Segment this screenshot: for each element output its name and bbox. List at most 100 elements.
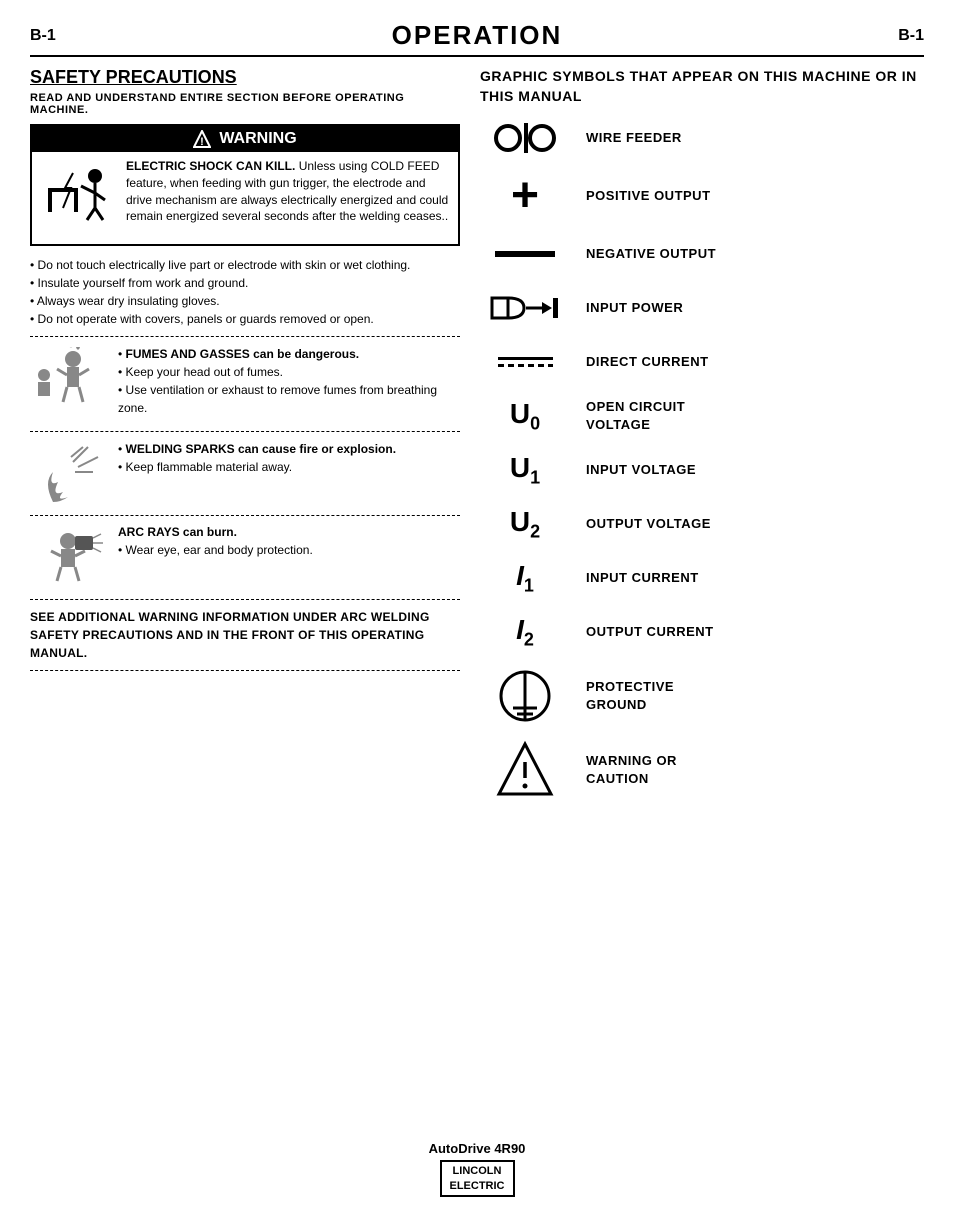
left-column: SAFETY PRECAUTIONS READ AND UNDERSTAND E… (30, 67, 460, 814)
warning-label: WARNING (219, 130, 296, 148)
protective-ground-icon (495, 666, 555, 726)
warning-header: ! WARNING (32, 126, 458, 152)
page-header: B-1 OPERATION B-1 (30, 20, 924, 57)
plus-icon: + (511, 172, 539, 220)
symbol-row-output-voltage: U2 OUTPUT VOLTAGE (480, 504, 924, 544)
arc-section: ARC RAYS can burn. Wear eye, ear and bod… (30, 524, 460, 591)
symbol-row-protective-ground: PROTECTIVEGROUND (480, 666, 924, 726)
arc-title: ARC RAYS can burn. (118, 524, 460, 541)
input-current-symbol: I1 (480, 558, 570, 598)
output-voltage-label: OUTPUT VOLTAGE (586, 515, 711, 533)
warning-text: ELECTRIC SHOCK CAN KILL. Unless using CO… (126, 158, 452, 238)
positive-symbol: + (480, 172, 570, 220)
arc-figure (33, 526, 108, 591)
symbol-row-output-current: I2 OUTPUT CURRENT (480, 612, 924, 652)
u0-symbol: U0 (510, 398, 540, 435)
divider-2 (30, 431, 460, 432)
wire-feeder-symbol (480, 118, 570, 158)
right-column: GRAPHIC SYMBOLS THAT APPEAR ON THIS MACH… (480, 67, 924, 814)
warning-content: ELECTRIC SHOCK CAN KILL. Unless using CO… (32, 152, 458, 244)
symbol-row-direct-current: DIRECT CURRENT (480, 342, 924, 382)
arc-icon (30, 524, 110, 591)
bullet-1: Do not touch electrically live part or e… (30, 256, 460, 274)
sparks-icon (30, 440, 110, 507)
divider-4 (30, 599, 460, 600)
wire-feeder-label: WIRE FEEDER (586, 129, 682, 147)
arc-bullets: Wear eye, ear and body protection. (118, 541, 460, 559)
fumes-section: FUMES AND GASSES can be dangerous. Keep … (30, 345, 460, 423)
safety-subtitle: READ AND UNDERSTAND ENTIRE SECTION BEFOR… (30, 92, 460, 116)
bullet-2: Insulate yourself from work and ground. (30, 274, 460, 292)
page: B-1 OPERATION B-1 SAFETY PRECAUTIONS REA… (0, 0, 954, 1227)
open-circuit-symbol: U0 (480, 396, 570, 436)
negative-line-icon (495, 251, 555, 257)
warning-triangle-icon: ! (193, 130, 211, 148)
protective-ground-label: PROTECTIVEGROUND (586, 678, 674, 714)
brand-line1: LINCOLN (450, 1164, 505, 1178)
warning-caution-label: WARNING ORCAUTION (586, 752, 677, 788)
bullet-3: Always wear dry insulating gloves. (30, 292, 460, 310)
symbol-row-input-current: I1 INPUT CURRENT (480, 558, 924, 598)
main-content: SAFETY PRECAUTIONS READ AND UNDERSTAND E… (30, 67, 924, 814)
symbol-table: WIRE FEEDER + POSITIVE OUTPUT NEGATIVE O… (480, 118, 924, 800)
dc-solid-line (498, 357, 553, 360)
fumes-text: FUMES AND GASSES can be dangerous. Keep … (118, 345, 460, 423)
warning-box: ! WARNING (30, 124, 460, 246)
arc-bullet-1: Wear eye, ear and body protection. (118, 541, 460, 559)
fumes-bullet-3: Use ventilation or exhaust to remove fum… (118, 381, 460, 417)
symbol-row-open-circuit: U0 OPEN CIRCUITVOLTAGE (480, 396, 924, 436)
input-power-symbol (480, 288, 570, 328)
wire-feeder-icon (490, 118, 560, 158)
page-footer: AutoDrive 4R90 LINCOLN ELECTRIC (0, 1141, 954, 1197)
sparks-bullet-2: Keep flammable material away. (118, 458, 460, 476)
electric-shock-title: ELECTRIC SHOCK CAN KILL. (126, 159, 295, 173)
sparks-bullets: WELDING SPARKS can cause fire or explosi… (118, 440, 460, 476)
sparks-section: WELDING SPARKS can cause fire or explosi… (30, 440, 460, 507)
negative-label: NEGATIVE OUTPUT (586, 245, 716, 263)
fumes-icon (30, 345, 110, 423)
symbol-row-positive: + POSITIVE OUTPUT (480, 172, 924, 220)
warning-caution-symbol (480, 740, 570, 800)
product-name: AutoDrive 4R90 (0, 1141, 954, 1156)
input-power-label: INPUT POWER (586, 299, 683, 317)
divider-3 (30, 515, 460, 516)
output-voltage-symbol: U2 (480, 504, 570, 544)
input-current-label: INPUT CURRENT (586, 569, 699, 587)
page-number-left: B-1 (30, 27, 56, 45)
bullet-4: Do not operate with covers, panels or gu… (30, 310, 460, 328)
direct-current-symbol (480, 342, 570, 382)
lincoln-logo: LINCOLN ELECTRIC (440, 1160, 515, 1197)
symbol-row-input-power: INPUT POWER (480, 288, 924, 328)
safety-title: SAFETY PRECAUTIONS (30, 67, 460, 88)
page-number-right: B-1 (898, 27, 924, 45)
protective-ground-symbol (480, 666, 570, 726)
symbol-row-warning-caution: WARNING ORCAUTION (480, 740, 924, 800)
negative-symbol (480, 234, 570, 274)
dc-icon (498, 357, 553, 367)
u2-symbol: U2 (510, 506, 540, 543)
input-voltage-label: INPUT VOLTAGE (586, 461, 696, 479)
fumes-figure (33, 347, 108, 412)
divider-5 (30, 670, 460, 671)
page-title: OPERATION (392, 20, 563, 51)
svg-text:!: ! (200, 136, 204, 148)
fumes-bullet-1: FUMES AND GASSES can be dangerous. (118, 345, 460, 363)
input-voltage-symbol: U1 (480, 450, 570, 490)
electric-shock-figure (43, 158, 113, 238)
symbol-row-input-voltage: U1 INPUT VOLTAGE (480, 450, 924, 490)
arc-text: ARC RAYS can burn. Wear eye, ear and bod… (118, 524, 460, 591)
output-current-label: OUTPUT CURRENT (586, 623, 714, 641)
open-circuit-label: OPEN CIRCUITVOLTAGE (586, 398, 685, 434)
direct-current-label: DIRECT CURRENT (586, 353, 709, 371)
positive-label: POSITIVE OUTPUT (586, 187, 711, 205)
i1-symbol: I1 (516, 560, 534, 597)
sparks-text: WELDING SPARKS can cause fire or explosi… (118, 440, 460, 507)
i2-symbol: I2 (516, 614, 534, 651)
warning-caution-icon (495, 740, 555, 800)
sparks-figure (33, 442, 108, 507)
additional-warning: SEE ADDITIONAL WARNING INFORMATION UNDER… (30, 608, 460, 662)
symbol-row-wire-feeder: WIRE FEEDER (480, 118, 924, 158)
u1-symbol: U1 (510, 452, 540, 489)
graphic-symbols-title: GRAPHIC SYMBOLS THAT APPEAR ON THIS MACH… (480, 67, 924, 106)
symbol-row-negative: NEGATIVE OUTPUT (480, 234, 924, 274)
